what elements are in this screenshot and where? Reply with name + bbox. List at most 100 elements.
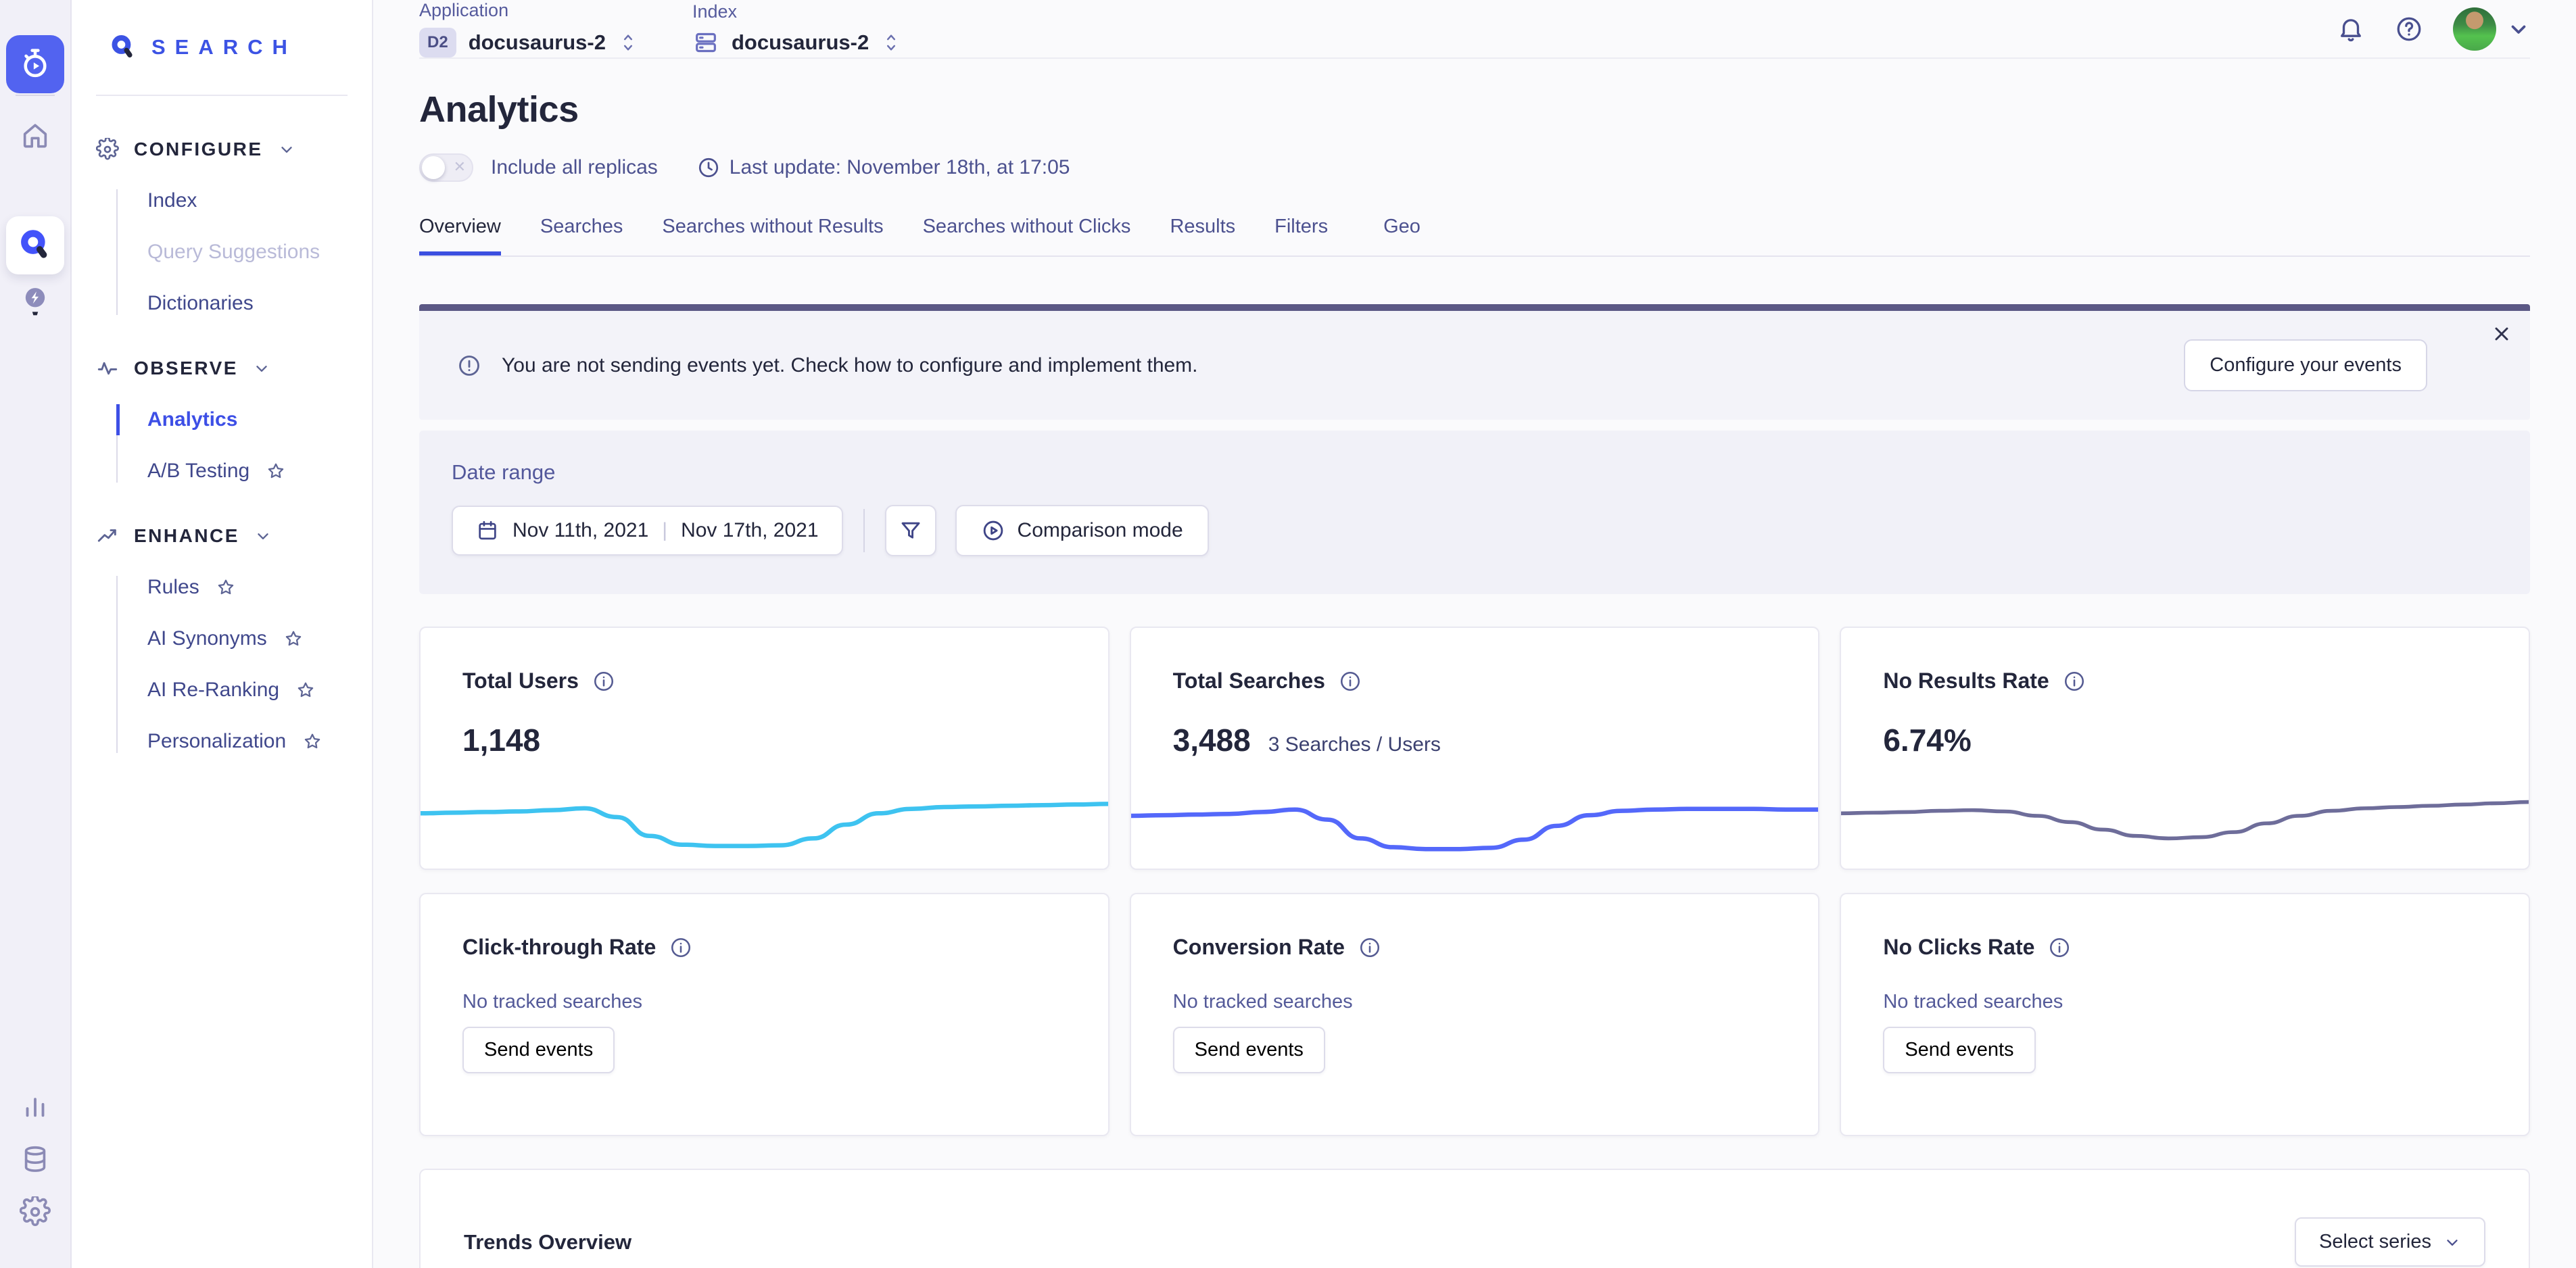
sidebar: SEARCH CONFIGURE Index Query Suggestions… xyxy=(72,0,373,1268)
send-events-button[interactable]: Send events xyxy=(1173,1027,1325,1073)
sidebar-item-ai-re-ranking[interactable]: AI Re-Ranking xyxy=(118,679,348,702)
vertical-divider xyxy=(863,509,865,552)
alert-info-icon xyxy=(457,353,481,378)
date-range-panel: Date range Nov 11th, 2021 | Nov 17th, 20… xyxy=(419,431,2530,594)
settings-gear-icon[interactable] xyxy=(20,1196,51,1227)
star-icon[interactable] xyxy=(295,680,316,700)
select-series-button[interactable]: Select series xyxy=(2295,1217,2485,1267)
recommend-bulb-icon[interactable] xyxy=(20,284,51,319)
monitoring-chart-icon[interactable] xyxy=(20,1090,51,1121)
card-title: No Clicks Rate xyxy=(1883,935,2034,960)
tab-results[interactable]: Results xyxy=(1170,216,1235,255)
application-label: Application xyxy=(419,0,638,21)
metric-card-no-results-rate: No Results Rate 6.74% xyxy=(1840,627,2530,870)
play-circle-icon xyxy=(981,518,1005,543)
top-bar: Application D2 docusaurus-2 Index docusa… xyxy=(419,0,2530,59)
comparison-mode-label: Comparison mode xyxy=(1018,519,1183,542)
timer-app-icon[interactable] xyxy=(6,35,64,93)
card-no-clicks-rate: No Clicks Rate No tracked searches Send … xyxy=(1840,893,2530,1136)
application-selector[interactable]: Application D2 docusaurus-2 xyxy=(419,0,638,57)
star-icon[interactable] xyxy=(266,461,286,481)
trends-title: Trends Overview xyxy=(464,1230,631,1254)
tab-overview[interactable]: Overview xyxy=(419,216,501,255)
sidebar-item-index[interactable]: Index xyxy=(118,189,348,212)
configure-events-button[interactable]: Configure your events xyxy=(2184,339,2427,391)
funnel-icon xyxy=(899,518,923,543)
empty-cards-row: Click-through Rate No tracked searches S… xyxy=(419,893,2530,1136)
info-icon[interactable] xyxy=(1358,936,1381,959)
index-value: docusaurus-2 xyxy=(732,30,869,55)
metric-value: 3,488 xyxy=(1173,722,1251,758)
home-icon[interactable] xyxy=(20,120,51,151)
date-separator: | xyxy=(662,519,667,542)
section-label: OBSERVE xyxy=(134,358,238,379)
date-range-button[interactable]: Nov 11th, 2021 | Nov 17th, 2021 xyxy=(452,506,843,556)
main-content: Application D2 docusaurus-2 Index docusa… xyxy=(373,0,2576,1268)
info-icon[interactable] xyxy=(2063,670,2086,693)
comparison-mode-button[interactable]: Comparison mode xyxy=(955,505,1209,556)
empty-note: No tracked searches xyxy=(1173,991,1777,1013)
chevron-down-icon xyxy=(253,360,270,377)
send-events-button[interactable]: Send events xyxy=(1883,1027,2035,1073)
user-menu[interactable] xyxy=(2453,7,2530,51)
sidebar-item-analytics[interactable]: Analytics xyxy=(118,408,348,431)
star-icon[interactable] xyxy=(216,577,236,598)
include-replicas-toggle[interactable]: ✕ xyxy=(419,153,473,182)
sidebar-item-ab-testing[interactable]: A/B Testing xyxy=(118,460,348,483)
empty-note: No tracked searches xyxy=(462,991,1066,1013)
filter-button[interactable] xyxy=(885,505,936,556)
tab-filters[interactable]: Filters xyxy=(1274,216,1328,255)
star-icon[interactable] xyxy=(283,629,304,649)
sidebar-item-dictionaries[interactable]: Dictionaries xyxy=(118,292,348,315)
chevron-down-icon xyxy=(2443,1234,2461,1251)
last-update-text: Last update: November 18th, at 17:05 xyxy=(730,156,1070,179)
search-logo-icon xyxy=(108,32,138,62)
section-header-observe[interactable]: OBSERVE xyxy=(96,357,348,380)
section-header-enhance[interactable]: ENHANCE xyxy=(96,525,348,547)
sidebar-item-query-suggestions[interactable]: Query Suggestions xyxy=(118,241,348,264)
section-label: ENHANCE xyxy=(134,525,239,547)
stopwatch-icon xyxy=(18,47,53,82)
banner-message: You are not sending events yet. Check ho… xyxy=(502,354,1198,377)
index-selector[interactable]: Index docusaurus-2 xyxy=(692,1,901,56)
toggle-knob xyxy=(422,156,445,179)
index-stack-icon xyxy=(692,29,719,56)
tab-searches-without-results[interactable]: Searches without Results xyxy=(662,216,883,255)
tab-geo[interactable]: Geo xyxy=(1383,216,1421,255)
section-header-configure[interactable]: CONFIGURE xyxy=(96,138,348,161)
data-database-icon[interactable] xyxy=(20,1144,51,1175)
tab-searches-without-clicks[interactable]: Searches without Clicks xyxy=(923,216,1131,255)
help-icon[interactable] xyxy=(2395,15,2423,43)
date-start: Nov 11th, 2021 xyxy=(512,519,648,542)
tab-searches[interactable]: Searches xyxy=(540,216,623,255)
page-title: Analytics xyxy=(419,89,2530,130)
product-logo-text: SEARCH xyxy=(151,35,297,59)
close-icon[interactable] xyxy=(2491,323,2512,345)
star-icon[interactable] xyxy=(302,731,323,752)
chevron-down-icon xyxy=(2507,18,2530,41)
info-icon[interactable] xyxy=(1339,670,1362,693)
send-events-button[interactable]: Send events xyxy=(462,1027,615,1073)
info-icon[interactable] xyxy=(2048,936,2071,959)
date-end: Nov 17th, 2021 xyxy=(681,519,818,542)
sidebar-item-ai-synonyms[interactable]: AI Synonyms xyxy=(118,627,348,650)
search-product-icon[interactable] xyxy=(6,216,64,274)
total-searches-sparkline xyxy=(1131,781,1819,869)
rail-divider xyxy=(16,95,55,96)
metric-sub: 3 Searches / Users xyxy=(1268,733,1441,756)
nav-section-configure: CONFIGURE Index Query Suggestions Dictio… xyxy=(96,138,348,315)
metric-card-total-searches: Total Searches 3,488 3 Searches / Users xyxy=(1130,627,1820,870)
info-icon[interactable] xyxy=(592,670,615,693)
chevron-down-icon xyxy=(254,527,272,545)
sidebar-item-rules[interactable]: Rules xyxy=(118,576,348,599)
card-click-through-rate: Click-through Rate No tracked searches S… xyxy=(419,893,1110,1136)
metric-card-total-users: Total Users 1,148 xyxy=(419,627,1110,870)
card-title: Total Users xyxy=(462,668,579,693)
sidebar-item-personalization[interactable]: Personalization xyxy=(118,730,348,753)
card-title: No Results Rate xyxy=(1883,668,2049,693)
card-title: Conversion Rate xyxy=(1173,935,1345,960)
notifications-bell-icon[interactable] xyxy=(2337,15,2365,43)
metric-value: 6.74% xyxy=(1883,722,1971,758)
info-icon[interactable] xyxy=(669,936,692,959)
date-range-label: Date range xyxy=(452,460,2498,485)
